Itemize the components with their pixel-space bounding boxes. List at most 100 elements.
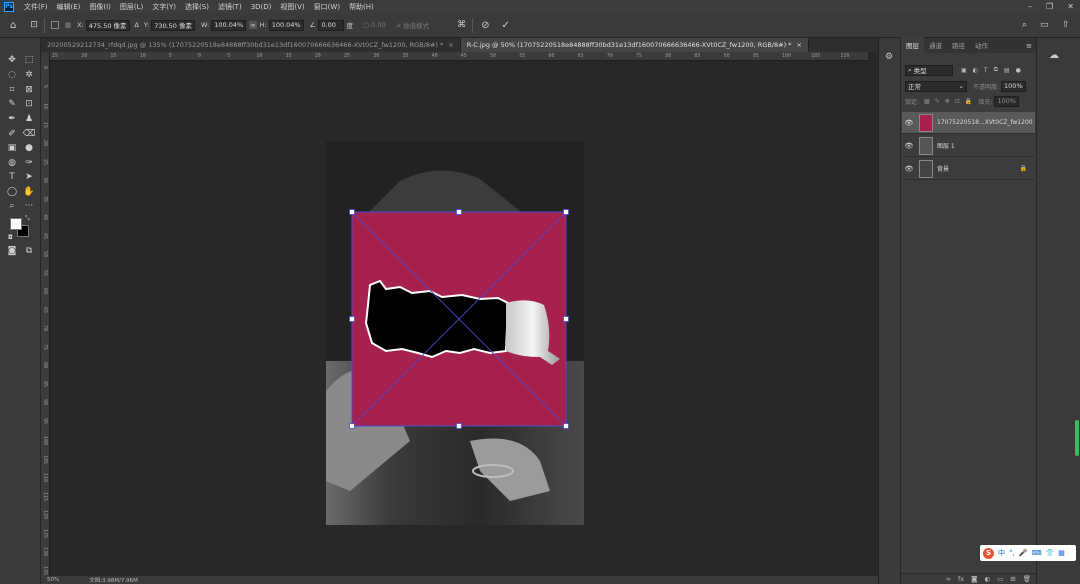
lasso-tool-icon[interactable]: ◌	[5, 68, 19, 81]
delta-icon[interactable]: ∆	[135, 21, 139, 29]
layer-row[interactable]: 👁 背景 🔒	[902, 158, 1035, 180]
magic-wand-icon[interactable]: ✲	[22, 68, 36, 81]
canvas-area[interactable]	[50, 61, 868, 576]
menu-type[interactable]: 文字(Y)	[152, 2, 176, 12]
zoom-tool-icon[interactable]: ⌕	[5, 199, 19, 212]
crop-tool-icon[interactable]: ⌗	[5, 83, 19, 96]
close-tab-icon[interactable]: ×	[448, 41, 453, 49]
visibility-eye-icon[interactable]: 👁	[902, 165, 916, 173]
ime-mode[interactable]: 中	[998, 548, 1005, 558]
fill-field[interactable]: 100%	[994, 95, 1019, 107]
share-icon[interactable]: ⇧	[1062, 20, 1070, 30]
link-layers-icon[interactable]: ∞	[946, 575, 951, 583]
hand-tool-icon[interactable]: ✋	[22, 185, 36, 198]
mic-icon[interactable]: 🎤	[1019, 549, 1028, 557]
minimize-icon[interactable]: –	[1028, 2, 1032, 11]
skin-icon[interactable]: 👕	[1046, 549, 1055, 557]
blend-mode-select[interactable]: 正常 ⌄	[905, 80, 967, 92]
move-tool-icon[interactable]: ✥	[5, 53, 19, 66]
scroll-indicator[interactable]	[1075, 420, 1079, 456]
gradient-tool-icon[interactable]: ▣	[5, 141, 19, 154]
filter-toggle-icon[interactable]: ●	[1016, 67, 1021, 74]
panel-menu-icon[interactable]: ≡	[1022, 39, 1036, 53]
stamp-tool-icon[interactable]: ♟	[22, 112, 36, 125]
restore-icon[interactable]: ❐	[1046, 2, 1053, 11]
eyedropper-icon[interactable]: ✎	[5, 97, 19, 110]
doc-size[interactable]: 文档:3.98M/7.96M	[89, 576, 138, 584]
keyboard-icon[interactable]: ⌨	[1031, 549, 1041, 557]
interp-label[interactable]: 插值模式	[403, 20, 429, 30]
width-field[interactable]: 100.04%	[211, 19, 247, 31]
tab-channels[interactable]: 通道	[924, 37, 947, 53]
commit-transform-icon[interactable]: ✓	[501, 20, 509, 31]
brush-tool-icon[interactable]: ✒	[5, 112, 19, 125]
tab-document-1[interactable]: 20200529212734_rfdqd.jpg @ 135% (1707522…	[41, 38, 461, 52]
lock-all-icon[interactable]: 🔒	[965, 98, 972, 105]
angle-field[interactable]: 0.00	[318, 19, 345, 31]
new-layer-icon[interactable]: ⊞	[1010, 575, 1015, 583]
lock-paint-icon[interactable]: ✎	[935, 98, 940, 105]
lock-artboard-icon[interactable]: ⊡	[955, 98, 960, 105]
lock-pixels-icon[interactable]: ▦	[924, 98, 930, 105]
marquee-tool-icon[interactable]: ⬚	[22, 53, 36, 66]
menu-filter[interactable]: 滤镜(T)	[218, 2, 242, 12]
filter-type-icon[interactable]: T	[984, 67, 988, 74]
visibility-eye-icon[interactable]: 👁	[902, 119, 916, 127]
tab-layers[interactable]: 图层	[901, 37, 924, 53]
filter-shape-icon[interactable]: ⧉	[994, 66, 998, 74]
add-mask-icon[interactable]: ◙	[971, 575, 977, 583]
ruler-horizontal[interactable]: 25 20 15 10 5 0 5 10 15 20 25 30 35 40 45 50 55 60 65 70 75 8…	[50, 52, 868, 61]
menu-layer[interactable]: 图层(L)	[120, 2, 143, 12]
skew-h-field[interactable]: ▢ 0.00	[363, 21, 386, 29]
more-tools-icon[interactable]: ···	[22, 199, 36, 212]
menu-image[interactable]: 图像(I)	[89, 2, 111, 12]
filter-pixel-icon[interactable]: ▣	[961, 67, 967, 74]
eraser-icon[interactable]: ⌫	[22, 127, 36, 140]
history-brush-icon[interactable]: ✐	[5, 127, 19, 140]
reference-point-checkbox[interactable]	[50, 21, 59, 29]
filter-smart-icon[interactable]: ▤	[1004, 67, 1010, 74]
cancel-transform-icon[interactable]: ⊘	[481, 20, 489, 31]
new-group-icon[interactable]: ▭	[997, 575, 1003, 583]
workspace-icon[interactable]: ▭	[1040, 20, 1049, 30]
type-tool-icon[interactable]: T	[5, 170, 19, 183]
tab-document-2[interactable]: R-C.jpg @ 50% (17075220518e84888ff30bd31…	[460, 38, 809, 52]
menu-view[interactable]: 视图(V)	[280, 2, 304, 12]
quick-mask-icon[interactable]: ◙	[5, 244, 19, 257]
fx-icon[interactable]: fx	[958, 575, 964, 583]
tab-paths[interactable]: 路径	[947, 37, 970, 53]
height-field[interactable]: 100.04%	[268, 19, 304, 31]
tab-actions[interactable]: 动作	[970, 37, 993, 53]
delete-layer-icon[interactable]: 🗑	[1023, 575, 1031, 583]
layer-row[interactable]: 👁 17075220518...XVt0CZ_fw1200	[902, 112, 1035, 134]
close-window-icon[interactable]: ✕	[1067, 2, 1074, 11]
home-icon[interactable]: ⌂	[10, 20, 16, 31]
adjustment-layer-icon[interactable]: ◐	[984, 575, 990, 583]
layer-filter-select[interactable]: ⌕ 类型	[905, 64, 953, 76]
punct-icon[interactable]: °,	[1009, 549, 1015, 557]
menu-select[interactable]: 选择(S)	[185, 2, 209, 12]
visibility-eye-icon[interactable]: 👁	[902, 142, 916, 150]
tools-grid-icon[interactable]: ▦	[1058, 549, 1065, 557]
dodge-tool-icon[interactable]: ◍	[5, 156, 19, 169]
healing-brush-icon[interactable]: ⊡	[22, 97, 36, 110]
menu-help[interactable]: 帮助(H)	[349, 2, 374, 12]
path-select-icon[interactable]: ➤	[22, 170, 36, 183]
transform-tool-icon[interactable]: ⊡	[30, 20, 38, 30]
foreground-color[interactable]	[10, 218, 22, 230]
y-field[interactable]: 730.50 像素	[151, 19, 196, 31]
lock-move-icon[interactable]: ✥	[945, 98, 950, 105]
screen-mode-icon[interactable]: ⧉	[22, 244, 36, 257]
ruler-vertical[interactable]: 0 5 10 15 20 25 30 35 40 45 50 55 60 65 70 75 80 85 90 95 10…	[41, 52, 50, 576]
layer-row[interactable]: 👁 图层 1	[902, 135, 1035, 157]
cloud-icon[interactable]: ☁	[1049, 50, 1059, 61]
shape-tool-icon[interactable]: ◯	[5, 185, 19, 198]
link-icon[interactable]: ∞	[249, 21, 257, 29]
ime-toolbar[interactable]: S 中 °, 🎤 ⌨ 👕 ▦	[980, 545, 1076, 561]
menu-3d[interactable]: 3D(D)	[251, 3, 272, 11]
properties-icon[interactable]: ⚙	[885, 52, 893, 62]
x-field[interactable]: 475.50 像素	[85, 19, 130, 31]
blur-tool-icon[interactable]: ●	[22, 141, 36, 154]
menu-window[interactable]: 窗口(W)	[314, 2, 340, 12]
reference-point-icon[interactable]: ▦	[65, 21, 71, 29]
